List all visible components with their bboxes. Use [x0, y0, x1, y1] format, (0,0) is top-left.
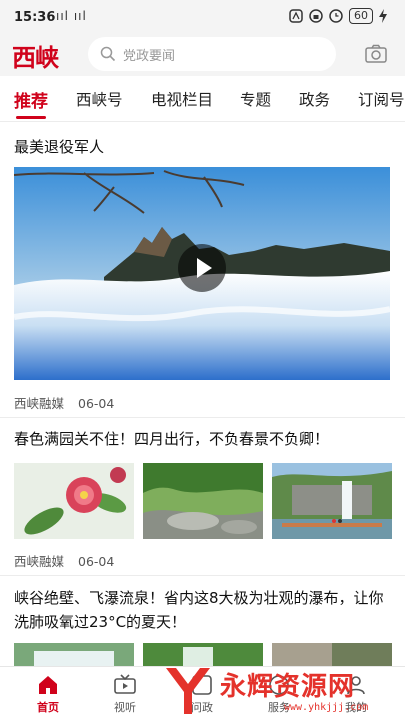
tab-tv-programs[interactable]: 电视栏目: [151, 88, 213, 110]
nav-label: 首页: [37, 701, 59, 714]
app-header: 西峡 党政要闻: [0, 34, 405, 76]
article-thumbnail[interactable]: [143, 463, 263, 539]
waterfall-image: [272, 463, 392, 539]
green-valley-image: [143, 463, 263, 539]
tab-xixia-hao[interactable]: 西峡号: [76, 88, 123, 110]
article-thumbnail[interactable]: [14, 463, 134, 539]
divider: [0, 417, 405, 418]
article-thumbnail[interactable]: [272, 463, 392, 539]
watermark-logo: [166, 668, 210, 714]
watermark-text: 永辉资源网: [220, 672, 356, 702]
article-meta: 西峡融媒 06-04: [14, 393, 114, 412]
article-source: 西峡融媒: [14, 396, 65, 411]
lock-icon: [309, 9, 323, 23]
tab-recommend[interactable]: 推荐: [14, 87, 48, 112]
alarm-icon: [329, 9, 343, 23]
camera-icon[interactable]: [364, 42, 388, 66]
article-date: 06-04: [78, 554, 115, 569]
status-bar: 15:36 ııl ııl 60: [0, 0, 405, 34]
status-right-icons: 60: [289, 8, 387, 24]
search-icon: [100, 46, 116, 62]
article-title[interactable]: 春色满园关不住！四月出行，不负春景不负卿！: [14, 427, 392, 451]
video-thumbnail[interactable]: [14, 167, 390, 380]
search-bar[interactable]: 党政要闻: [88, 37, 336, 71]
waterfall-image: [14, 643, 134, 666]
article-date: 06-04: [78, 396, 115, 411]
article-meta: 西峡融媒 06-04: [14, 551, 114, 570]
signal-icons: ııl ııl: [56, 9, 87, 23]
nav-label: 视听: [114, 701, 136, 714]
battery-indicator: 60: [349, 8, 373, 24]
charging-icon: [379, 9, 387, 23]
tab-government[interactable]: 政务: [299, 88, 330, 110]
tv-icon: [114, 674, 136, 694]
article-thumbnail[interactable]: [14, 643, 134, 666]
article-title[interactable]: 最美退役军人: [14, 135, 392, 159]
category-tabs: 推荐 西峡号 电视栏目 专题 政务 订阅号: [0, 76, 405, 122]
tab-topics[interactable]: 专题: [240, 88, 271, 110]
play-button[interactable]: [178, 244, 226, 292]
nav-home[interactable]: 首页: [18, 671, 78, 715]
nav-audiovisual[interactable]: 视听: [95, 671, 155, 715]
article-source: 西峡融媒: [14, 554, 65, 569]
app-logo[interactable]: 西峡: [12, 38, 59, 73]
camellia-flower-image: [14, 463, 134, 539]
article-title[interactable]: 峡谷绝壁、飞瀑流泉！省内这8大极为壮观的瀑布，让你洗肺吸氧过23°C的夏天！: [14, 586, 392, 634]
status-time: 15:36: [14, 10, 56, 25]
divider: [0, 575, 405, 576]
search-placeholder: 党政要闻: [123, 48, 176, 64]
home-icon: [39, 676, 57, 694]
active-tab-indicator: [16, 116, 46, 119]
nfc-icon: [289, 9, 303, 23]
tab-subscriptions[interactable]: 订阅号: [358, 88, 405, 110]
watermark-url: www.yhkjjj.com: [284, 702, 369, 713]
watermark: 永辉资源网 www.yhkjjj.com: [160, 660, 405, 720]
